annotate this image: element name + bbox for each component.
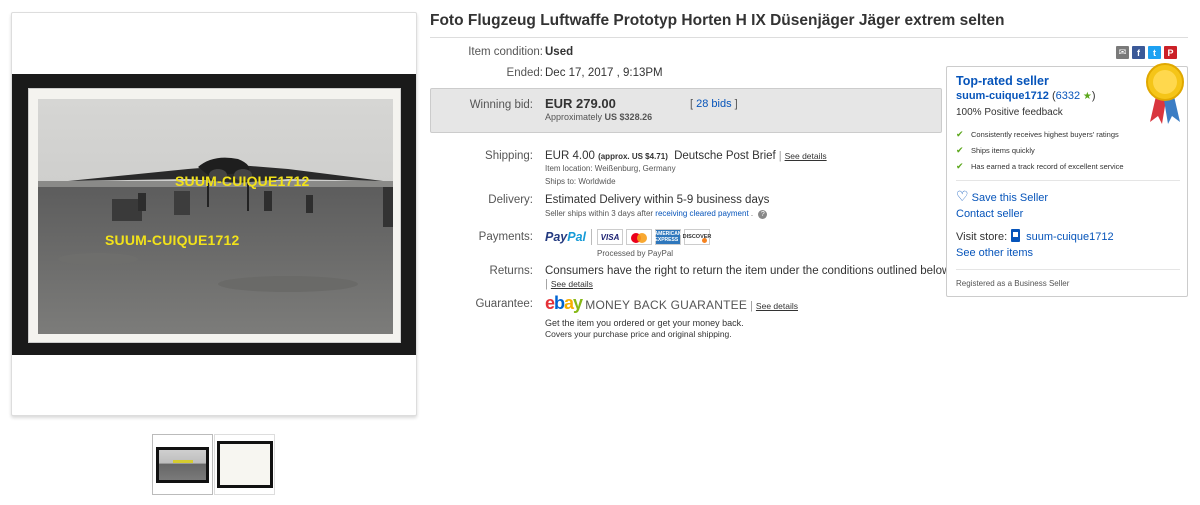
- business-seller-note: Registered as a Business Seller: [956, 279, 1070, 288]
- discover-icon: DISCOVER: [683, 229, 711, 245]
- seller-username-link[interactable]: suum-cuique1712: [956, 90, 1049, 102]
- guarantee-line1: Get the item you ordered or get your mon…: [545, 318, 744, 328]
- contact-seller-link[interactable]: Contact seller: [956, 208, 1023, 220]
- watermark-text-top: SUUM-CUIQUE1712: [175, 173, 310, 189]
- email-icon[interactable]: ✉: [1116, 46, 1129, 59]
- delivery-value: Estimated Delivery within 5-9 business d…: [545, 194, 770, 206]
- seller-divider-2: [956, 269, 1180, 270]
- cleared-payment-link[interactable]: receiving cleared payment: [655, 209, 748, 218]
- delivery-label: Delivery:: [488, 194, 533, 206]
- save-seller-link[interactable]: Save this Seller: [972, 192, 1048, 204]
- ended-value: Dec 17, 2017 , 9:13PM: [545, 67, 663, 79]
- star-icon: ★: [1080, 91, 1092, 102]
- check-icon: ✔: [956, 160, 964, 171]
- bids-link[interactable]: 28 bids: [696, 98, 731, 110]
- check-icon: ✔: [956, 128, 964, 139]
- photo-background: SUUM-CUIQUE1712 SUUM-CUIQUE1712: [12, 74, 416, 355]
- guarantee-line2: Covers your purchase price and original …: [545, 329, 732, 339]
- mastercard-icon: [626, 229, 653, 245]
- item-location: Item location: Weißenburg, Germany: [545, 164, 676, 173]
- amex-icon: AMERICAN EXPRESS: [654, 229, 682, 245]
- twitter-icon[interactable]: t: [1148, 46, 1161, 59]
- processed-by: Processed by PayPal: [597, 249, 674, 258]
- guarantee-see-details[interactable]: See details: [756, 301, 798, 311]
- payments-label: Payments:: [478, 231, 533, 243]
- returns-details: | See details: [545, 278, 593, 290]
- visa-icon: VISA: [597, 229, 624, 245]
- badge-item: ✔ Has earned a track record of excellent …: [956, 160, 1124, 171]
- top-rated-title: Top-rated seller: [956, 74, 1049, 88]
- paypal-logo: PayPal: [545, 230, 587, 244]
- winning-bid-amount: EUR 279.00: [545, 96, 616, 111]
- pinterest-icon[interactable]: P: [1164, 46, 1177, 59]
- guarantee-banner: ebay MONEY BACK GUARANTEE | See details: [545, 293, 798, 313]
- condition-value: Used: [545, 46, 574, 58]
- bid-count: [ 28 bids ]: [690, 98, 738, 110]
- ebay-logo: ebay: [545, 293, 583, 313]
- returns-value: Consumers have the right to return the i…: [545, 265, 951, 277]
- help-icon[interactable]: ?: [758, 210, 768, 219]
- badge-item: ✔ Ships items quickly: [956, 144, 1035, 155]
- aircraft-photo-image: [38, 99, 393, 334]
- winning-bid-label: Winning bid:: [469, 99, 533, 111]
- top-rated-medal-icon: [1146, 63, 1184, 124]
- seller-badges: ✔ Consistently receives highest buyers' r…: [956, 126, 1124, 174]
- thumbnail-2[interactable]: [214, 434, 275, 495]
- seller-divider: [956, 180, 1180, 181]
- seller-name: suum-cuique1712 (6332 ★): [956, 90, 1096, 102]
- share-icons: ✉ f t P: [1116, 46, 1177, 59]
- main-image[interactable]: SUUM-CUIQUE1712 SUUM-CUIQUE1712: [11, 12, 417, 416]
- thumbnail-1[interactable]: [152, 434, 213, 495]
- title-divider: [430, 37, 1188, 38]
- feedback-score-link[interactable]: 6332: [1056, 90, 1080, 102]
- ended-label: Ended:: [506, 67, 543, 79]
- save-seller-row[interactable]: ♡ Save this Seller: [956, 188, 1048, 205]
- money-back-guarantee: MONEY BACK GUARANTEE: [585, 298, 748, 312]
- approx-amount: Approximately US $328.26: [545, 112, 653, 122]
- condition-label: Item condition:: [468, 46, 543, 58]
- heart-icon: ♡: [956, 188, 969, 204]
- facebook-icon[interactable]: f: [1132, 46, 1145, 59]
- badge-item: ✔ Consistently receives highest buyers' r…: [956, 128, 1119, 139]
- shipping-see-details[interactable]: See details: [785, 151, 827, 161]
- returns-label: Returns:: [489, 265, 533, 277]
- delivery-note: Seller ships within 3 days after receivi…: [545, 209, 768, 219]
- watermark-text-bottom: SUUM-CUIQUE1712: [105, 232, 240, 248]
- payment-methods: PayPal VISA AMERICAN EXPRESS DISCOVER: [545, 229, 711, 245]
- see-other-items-link[interactable]: See other items: [956, 247, 1033, 259]
- visit-store-row: Visit store: suum-cuique1712: [956, 229, 1114, 243]
- item-title: Foto Flugzeug Luftwaffe Prototyp Horten …: [430, 12, 1005, 29]
- thumbnail-strip: [152, 434, 275, 495]
- ships-to: Ships to: Worldwide: [545, 177, 616, 186]
- check-icon: ✔: [956, 144, 964, 155]
- returns-see-details[interactable]: See details: [551, 279, 593, 289]
- vintage-photo: SUUM-CUIQUE1712 SUUM-CUIQUE1712: [28, 88, 401, 343]
- store-icon: [1011, 229, 1021, 242]
- shipping-value: EUR 4.00 (approx. US $4.71) Deutsche Pos…: [545, 150, 827, 162]
- shipping-label: Shipping:: [485, 150, 533, 162]
- store-link[interactable]: suum-cuique1712: [1026, 231, 1113, 243]
- positive-feedback: 100% Positive feedback: [956, 107, 1063, 118]
- guarantee-label: Guarantee:: [475, 298, 533, 310]
